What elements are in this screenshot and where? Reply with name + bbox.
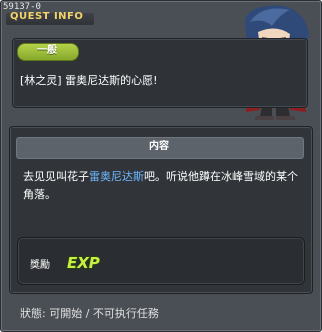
reward-box [17, 237, 305, 285]
quest-name: [林之灵] 雷奥尼达斯的心愿! [20, 74, 158, 87]
quest-description: 去见见叫花子雷奥尼达斯吧。听说他蹲在冰峰雪域的某个角落。 [23, 168, 303, 204]
content-header-label: 内容 [149, 141, 169, 152]
exp-text: EXP [67, 254, 100, 272]
window-title: QUEST INFO [10, 11, 84, 22]
npc-name-link[interactable]: 雷奥尼达斯 [89, 170, 144, 183]
reward-label: 獎勵 [30, 260, 50, 271]
description-text: 去见见叫花子 [23, 170, 89, 183]
category-label: 一般 [37, 45, 57, 56]
quest-status: 狀態: 可開始 / 不可执行任務 [20, 307, 159, 320]
exp-icon: EXP [66, 253, 100, 272]
